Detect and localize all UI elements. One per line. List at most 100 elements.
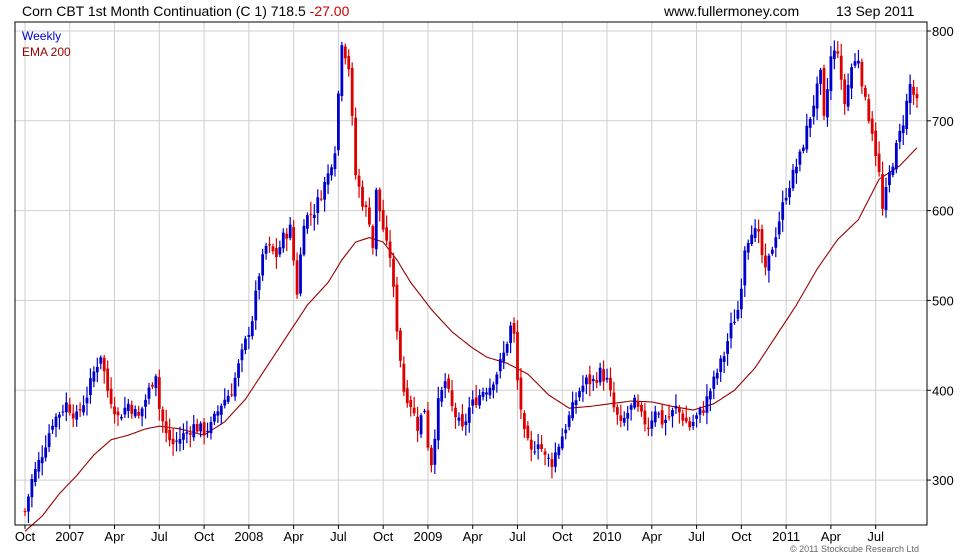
candle-body — [667, 416, 671, 418]
candle-body — [615, 407, 619, 415]
candle-body — [137, 412, 141, 416]
candle-body — [836, 51, 840, 54]
candle-body — [199, 423, 203, 432]
candle-body — [30, 478, 34, 498]
candle-body — [578, 391, 581, 398]
candle-body — [808, 118, 812, 128]
candle-body — [343, 46, 347, 59]
candle-body — [584, 377, 588, 385]
candle-body — [109, 388, 113, 404]
candle-body — [553, 452, 557, 467]
candle-body — [206, 430, 209, 432]
candle-body — [95, 366, 99, 373]
candle-body — [168, 429, 172, 441]
candle-body — [650, 420, 654, 429]
candle-body — [677, 407, 681, 413]
candle-body — [299, 254, 302, 294]
candle-body — [357, 175, 361, 187]
candle-body — [233, 377, 237, 397]
candle-body — [581, 385, 585, 392]
y-tick-label: 700 — [932, 114, 954, 129]
candle-body — [491, 384, 495, 391]
candle-body — [488, 387, 492, 396]
candle-body — [306, 215, 309, 229]
candle-body — [261, 254, 265, 276]
candle-body — [874, 130, 878, 156]
x-tick-label: 2011 — [772, 529, 800, 544]
x-tick-label: 2007 — [55, 529, 84, 544]
candle-body — [505, 344, 509, 353]
candle-body — [354, 117, 358, 176]
candle-body — [140, 408, 144, 417]
candle-body — [522, 413, 526, 430]
grid-lines — [15, 22, 927, 525]
candle-body — [116, 411, 120, 416]
candle-body — [51, 425, 54, 430]
candle-body — [440, 389, 444, 402]
candle-body — [185, 432, 189, 434]
candle-body — [485, 392, 488, 395]
candle-body — [843, 79, 847, 105]
candle-body — [337, 93, 340, 151]
candle-body — [402, 363, 406, 392]
candle-body — [691, 421, 695, 427]
x-axis: Oct 2007 Apr Jul Oct 2008 Apr Jul Oct 2009 Apr Jul O… — [15, 525, 884, 544]
candle-body — [908, 83, 912, 103]
candle-body — [309, 213, 313, 215]
x-tick-label: Apr — [284, 529, 305, 544]
candle-body — [40, 457, 44, 464]
candle-body — [495, 374, 499, 385]
candle-body — [412, 407, 416, 414]
candle-body — [664, 419, 667, 423]
candle-body — [860, 61, 864, 87]
candle-body — [330, 167, 333, 176]
candle-body — [557, 446, 561, 456]
candle-body — [374, 189, 378, 250]
copyright-notice: © 2011 Stockcube Research Ltd — [790, 544, 920, 554]
candle-body — [912, 86, 915, 95]
candle-body — [202, 422, 206, 435]
candle-body — [75, 411, 79, 420]
candle-body — [237, 363, 240, 378]
candle-body — [188, 433, 192, 435]
candle-body — [708, 391, 712, 400]
candle-body — [388, 241, 392, 259]
candle-body — [822, 68, 826, 116]
candles-series — [23, 40, 919, 523]
candle-body — [722, 356, 726, 362]
candle-body — [457, 417, 461, 421]
x-tick-label: 2008 — [234, 529, 263, 544]
candle-body — [702, 410, 705, 413]
candle-body — [292, 227, 296, 261]
candle-body — [832, 50, 836, 60]
candle-body — [502, 352, 506, 362]
candle-body — [288, 224, 292, 238]
candle-body — [698, 408, 702, 415]
candle-body — [61, 411, 65, 413]
y-tick-label: 600 — [932, 204, 954, 219]
candle-body — [757, 229, 760, 232]
candle-body — [219, 405, 223, 415]
candle-body — [381, 209, 385, 230]
candle-body — [839, 55, 843, 80]
candle-body — [540, 444, 544, 450]
candle-body — [894, 142, 898, 170]
candle-body — [760, 229, 764, 256]
legend-ema: EMA 200 — [22, 45, 71, 59]
candle-body — [609, 377, 612, 391]
candle-body — [44, 447, 48, 458]
legend-weekly: Weekly — [22, 29, 61, 43]
candle-body — [591, 379, 595, 382]
y-tick-label: 500 — [932, 293, 954, 308]
x-tick-label: Oct — [194, 529, 215, 544]
candle-body — [33, 469, 37, 483]
candle-body — [295, 260, 299, 295]
candle-body — [643, 410, 647, 425]
candle-body — [671, 410, 674, 417]
candle-body — [819, 69, 822, 84]
candle-body — [901, 125, 905, 134]
candle-body — [161, 409, 165, 422]
candle-body — [157, 377, 161, 409]
candle-body — [684, 417, 688, 422]
x-tick-label: Oct — [373, 529, 394, 544]
